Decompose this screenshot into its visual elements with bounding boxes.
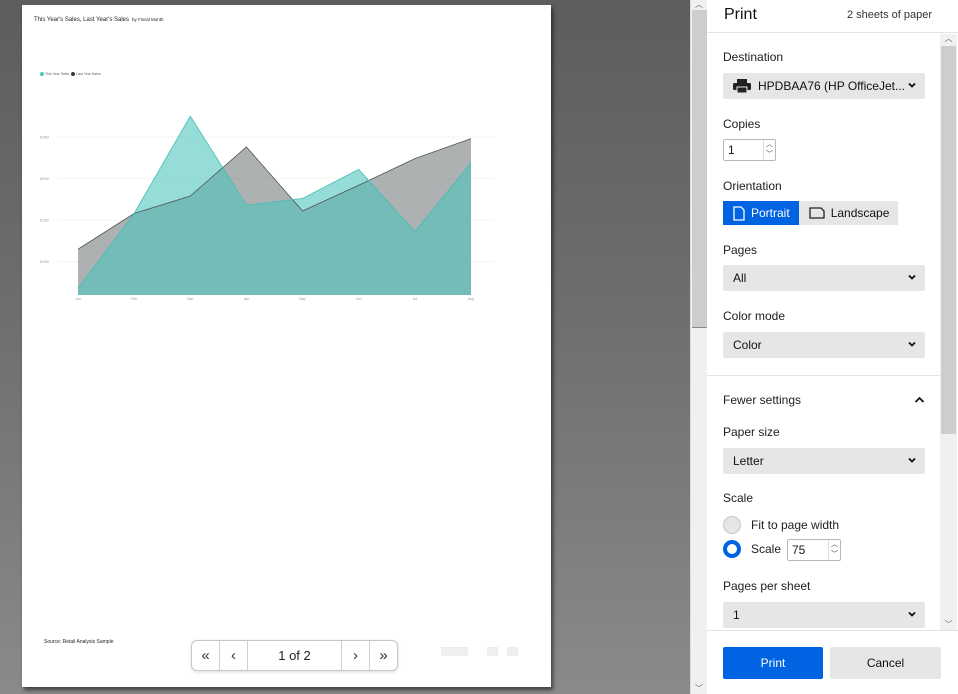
ghost-icon-square <box>487 647 498 656</box>
landscape-label: Landscape <box>830 206 890 220</box>
source-text: Source: Retail Analysis Sample <box>44 639 114 645</box>
area-chart: $10M $15M $20M $25M Jan Feb Mar Apr May Jun Jul Aug <box>40 115 494 301</box>
x-tick-label: Mar <box>187 297 194 301</box>
stepper-up-icon[interactable]: ︿ <box>764 140 775 150</box>
chevron-down-icon <box>908 82 916 88</box>
color-mode-select[interactable]: Color <box>723 332 925 358</box>
portrait-page-icon <box>733 205 745 221</box>
y-tick-label: $15M <box>40 219 49 223</box>
destination-value: HPDBAA76 (HP OfficeJet... <box>758 79 905 93</box>
preview-scrollbar-thumb[interactable] <box>692 10 707 328</box>
landscape-page-icon <box>809 207 825 219</box>
x-tick-label: Jun <box>356 297 362 301</box>
pages-per-sheet-label: Pages per sheet <box>723 579 811 593</box>
print-settings: Destination HPDBAA76 (HP OfficeJet... Co… <box>707 34 940 630</box>
stepper-up-icon[interactable]: ︿ <box>829 540 840 550</box>
scale-input[interactable]: 75 ︿ ﹀ <box>787 539 841 561</box>
radio-unchecked-icon[interactable] <box>723 516 741 534</box>
pages-per-sheet-select[interactable]: 1 <box>723 602 925 628</box>
next-page-button[interactable]: › <box>341 641 369 670</box>
stepper-down-icon[interactable]: ﹀ <box>764 150 775 160</box>
chevron-left-icon: ‹ <box>231 647 236 664</box>
orientation-label: Orientation <box>723 179 782 193</box>
pages-per-sheet-value: 1 <box>733 608 740 622</box>
x-tick-label: Apr <box>244 297 250 301</box>
chevron-right-icon: › <box>353 647 358 664</box>
fit-to-page-label: Fit to page width <box>751 518 840 532</box>
cancel-button[interactable]: Cancel <box>830 647 941 679</box>
preview-scrollbar[interactable]: ︿ ﹀ <box>690 0 707 694</box>
color-mode-value: Color <box>733 338 762 352</box>
custom-scale-option[interactable]: Scale <box>723 540 781 558</box>
ghost-icon-comment <box>507 647 518 656</box>
scroll-up-arrow-icon[interactable]: ︿ <box>691 0 707 10</box>
destination-select[interactable]: HPDBAA76 (HP OfficeJet... <box>723 73 925 99</box>
panel-header: Print 2 sheets of paper <box>707 0 958 33</box>
orientation-portrait-button[interactable]: Portrait <box>723 201 799 225</box>
orientation-toggle: Portrait Landscape <box>723 201 899 225</box>
print-panel: Print 2 sheets of paper Destination HPDB… <box>707 0 958 694</box>
copies-stepper[interactable]: ︿ ﹀ <box>763 140 775 160</box>
chevron-down-icon <box>908 611 916 617</box>
x-tick-label: Feb <box>131 297 137 301</box>
fewer-settings-label: Fewer settings <box>723 393 802 407</box>
destination-label: Destination <box>723 50 784 64</box>
print-button[interactable]: Print <box>723 647 823 679</box>
page-indicator: 1 of 2 <box>278 648 311 663</box>
double-chevron-left-icon: « <box>201 647 210 664</box>
print-preview-area: This Year's Sales, Last Year's Sales by F… <box>0 0 690 694</box>
scroll-down-arrow-icon[interactable]: ﹀ <box>691 684 707 694</box>
radio-checked-icon[interactable] <box>723 540 741 558</box>
chevron-down-icon <box>908 457 916 463</box>
orientation-landscape-button[interactable]: Landscape <box>798 201 899 225</box>
scroll-down-arrow-icon[interactable]: ﹀ <box>940 620 957 630</box>
stepper-down-icon[interactable]: ﹀ <box>829 550 840 560</box>
x-tick-label: Aug <box>468 297 474 301</box>
scale-label: Scale <box>723 491 754 505</box>
page-navigation: « ‹ 1 of 2 › » <box>191 640 398 671</box>
y-tick-label: $20M <box>40 177 49 181</box>
x-tick-label: Jul <box>413 297 418 301</box>
scale-option-label: Scale <box>751 542 782 556</box>
panel-title: Print <box>724 6 757 23</box>
paper-size-label: Paper size <box>723 425 780 439</box>
x-tick-label: Jan <box>75 297 81 301</box>
last-page-button[interactable]: » <box>369 641 397 670</box>
chevron-up-icon <box>914 396 925 403</box>
scale-stepper[interactable]: ︿ ﹀ <box>828 540 840 560</box>
settings-scrollbar-thumb[interactable] <box>941 46 956 434</box>
section-divider <box>707 375 940 376</box>
scroll-up-arrow-icon[interactable]: ︿ <box>940 34 957 44</box>
paper-size-value: Letter <box>733 454 764 468</box>
paper-size-select[interactable]: Letter <box>723 448 925 474</box>
printer-icon <box>733 79 751 93</box>
copies-label: Copies <box>723 117 761 131</box>
sheet-count: 2 sheets of paper <box>846 9 932 21</box>
first-page-button[interactable]: « <box>192 641 220 670</box>
copies-value: 1 <box>728 143 735 157</box>
copies-input[interactable]: 1 ︿ ﹀ <box>723 139 776 161</box>
panel-footer: Print Cancel <box>707 630 958 694</box>
pages-value: All <box>733 271 747 285</box>
scale-value: 75 <box>792 543 806 557</box>
previous-page-button[interactable]: ‹ <box>220 641 248 670</box>
pages-label: Pages <box>723 243 758 257</box>
pages-select[interactable]: All <box>723 265 925 291</box>
x-tick-label: May <box>299 297 306 301</box>
preview-page: This Year's Sales, Last Year's Sales by F… <box>22 5 551 687</box>
fit-to-page-option[interactable]: Fit to page width <box>723 516 839 534</box>
double-chevron-right-icon: » <box>379 647 388 664</box>
settings-scrollbar[interactable]: ︿ ﹀ <box>940 34 957 630</box>
y-tick-label: $10M <box>40 260 49 264</box>
y-tick-label: $25M <box>40 135 49 139</box>
chevron-down-icon <box>908 274 916 280</box>
portrait-label: Portrait <box>751 206 790 220</box>
color-mode-label: Color mode <box>723 309 786 323</box>
chevron-down-icon <box>908 341 916 347</box>
fewer-settings-toggle[interactable]: Fewer settings <box>723 393 925 407</box>
ghost-button <box>441 647 468 656</box>
